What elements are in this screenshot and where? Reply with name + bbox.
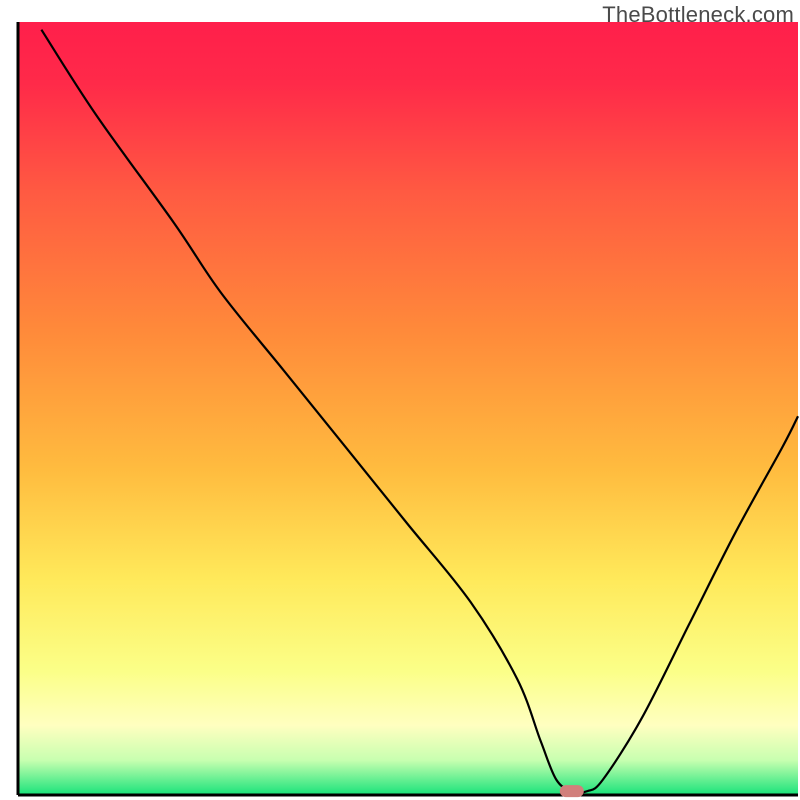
chart-container: TheBottleneck.com <box>0 0 800 800</box>
plot-background <box>18 22 798 795</box>
min-marker <box>560 785 584 797</box>
watermark-text: TheBottleneck.com <box>602 2 794 28</box>
bottleneck-chart <box>0 0 800 800</box>
